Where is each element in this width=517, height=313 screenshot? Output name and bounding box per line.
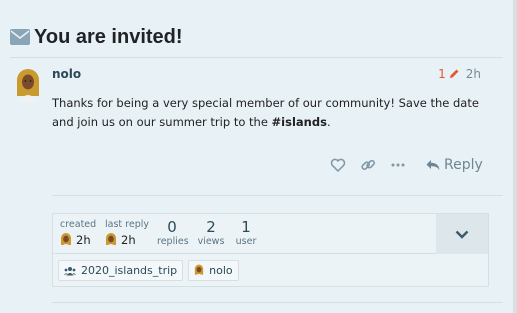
reply-icon [426,160,440,170]
post-content: Thanks for being a very special member o… [52,94,492,132]
avatar-icon [194,264,204,277]
last-reply-stat[interactable]: last reply 2h [105,219,149,247]
divider [52,302,503,303]
last-reply-label: last reply [105,219,149,230]
group-tag[interactable]: 2020_islands_trip [58,260,184,281]
post-actions: Reply [330,155,490,175]
reply-label: Reply [444,157,483,173]
pencil-icon[interactable] [448,68,460,80]
user-avatar[interactable] [14,68,42,102]
users-icon [64,266,76,275]
more-icon[interactable] [390,157,406,173]
users-count: 1 [241,218,251,236]
replies-stat: 0 replies [157,218,189,247]
divider [10,57,503,58]
chevron-down-icon [455,230,469,239]
created-stat[interactable]: created 2h [60,219,96,247]
post-username[interactable]: nolo [52,67,81,81]
link-icon[interactable] [360,157,376,173]
topic-map-stats: created 2h last reply 2h 0 replies 2 vie… [53,214,437,254]
envelope-icon [10,29,30,45]
post-age[interactable]: 2h [466,67,481,81]
user-tag[interactable]: nolo [188,260,239,281]
replies-count: 0 [167,218,177,236]
user-tag-label: nolo [209,264,233,277]
hashtag-link[interactable]: #islands [272,115,327,129]
post-text: Thanks for being a very special member o… [52,96,479,129]
post-text-end: . [326,115,331,129]
created-age: 2h [76,233,91,247]
users-stat: 1 user [235,218,257,247]
heart-icon[interactable] [330,157,346,173]
topic-header: You are invited! [10,24,183,50]
group-tag-label: 2020_islands_trip [81,264,178,277]
last-reply-age: 2h [121,233,136,247]
avatar-icon [106,233,116,247]
users-label: user [235,236,257,247]
views-label: views [197,236,225,247]
scrollbar-track [513,0,517,313]
topic-map: created 2h last reply 2h 0 replies 2 vie… [52,213,489,287]
views-stat: 2 views [197,218,225,247]
divider [52,195,503,196]
avatar-icon [61,233,71,247]
edit-count[interactable]: 1 [438,67,446,81]
reply-button[interactable]: Reply [426,157,483,173]
expand-topic-map-button[interactable] [436,214,488,254]
topic-participants: 2020_islands_trip nolo [58,260,244,281]
post-meta: 1 2h [438,67,481,81]
replies-label: replies [157,236,189,247]
views-count: 2 [206,218,216,236]
topic-title[interactable]: You are invited! [34,26,183,49]
created-label: created [60,219,97,230]
